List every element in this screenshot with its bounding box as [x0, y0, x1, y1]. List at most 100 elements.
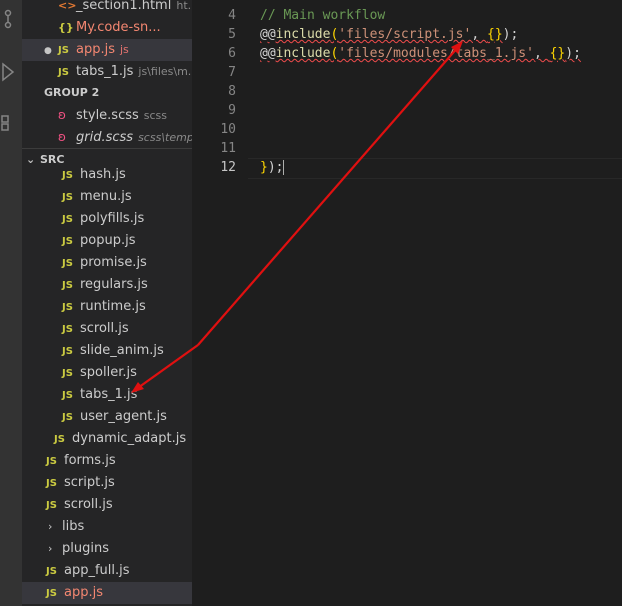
file-label: popup.js	[80, 233, 136, 248]
open-editor-item-active[interactable]: ●JSapp.jsjs 6	[22, 39, 192, 61]
code-line-comment[interactable]: // Main workflow	[260, 6, 385, 25]
closing-paren: );	[267, 160, 284, 175]
module-file-item[interactable]: JS polyfills.js	[22, 208, 192, 230]
open-editor-item[interactable]: {}My.code-sn... 9+	[22, 17, 192, 39]
js-file-icon: JS	[46, 500, 57, 511]
js-file-icon: JS	[46, 456, 57, 467]
run-debug-icon[interactable]	[0, 60, 22, 84]
js-file-icon: JS	[62, 280, 73, 291]
open-editor-item[interactable]: <>_section1.html ht...	[22, 0, 192, 17]
file-label: app_full.js	[64, 563, 130, 578]
file-label: dynamic_adapt.js	[72, 431, 187, 446]
file-label: script.js	[64, 475, 115, 490]
open-editor-label: grid.scss	[76, 130, 134, 145]
open-editor-desc: ht...	[176, 0, 192, 12]
module-file-item[interactable]: JS menu.js	[22, 186, 192, 208]
source-control-icon[interactable]	[0, 6, 22, 30]
file-label: regulars.js	[80, 277, 148, 292]
scss-file-icon: ʚ	[58, 130, 66, 144]
include-obj: {}	[549, 46, 566, 61]
line-number: 12	[220, 160, 236, 175]
file-label: tabs_1.js	[80, 387, 138, 402]
open-editor-label: tabs_1.js	[76, 64, 134, 79]
line-number: 10	[220, 122, 236, 137]
open-editor-desc: js	[120, 43, 129, 56]
js-file-icon: JS	[58, 45, 69, 56]
code-comment: // Main workflow	[260, 8, 386, 23]
open-editor-desc: js\files\m...	[138, 65, 192, 78]
module-file-item[interactable]: JS regulars.js	[22, 274, 192, 296]
file-label: spoller.js	[80, 365, 137, 380]
js-file-icon: JS	[58, 67, 69, 78]
text-cursor	[283, 160, 285, 175]
open-editor-item[interactable]: ʚ style.scss scss	[22, 104, 192, 126]
line-number: 4	[228, 8, 236, 23]
open-editor-desc: scss	[143, 109, 168, 122]
file-label: runtime.js	[80, 299, 146, 314]
file-item-selected[interactable]: JSapp.js 6	[22, 582, 192, 604]
current-line-highlight	[248, 158, 622, 179]
file-label: slide_anim.js	[80, 343, 164, 358]
line-number: 5	[228, 27, 236, 42]
folder-label: libs	[62, 519, 85, 534]
js-file-icon: JS	[54, 434, 65, 445]
code-line-closing[interactable]: });	[260, 158, 285, 177]
module-file-item[interactable]: JS runtime.js	[22, 296, 192, 318]
code-line-include-script[interactable]: @@include('files/script.js', {});	[260, 25, 518, 44]
json-file-icon: {}	[58, 21, 74, 34]
file-label: scroll.js	[80, 321, 129, 336]
file-item[interactable]: JS script.js	[22, 472, 192, 494]
folder-plugins[interactable]: › plugins	[22, 538, 192, 560]
file-label: menu.js	[80, 189, 132, 204]
open-editor-item[interactable]: JS tabs_1.js js\files\m...	[22, 61, 192, 83]
module-file-item[interactable]: JS hash.js	[22, 164, 192, 186]
module-file-item[interactable]: JS promise.js	[22, 252, 192, 274]
include-path: 'files/script.js'	[338, 27, 472, 42]
include-sep: ,	[533, 46, 550, 61]
include-sep: ,	[471, 27, 487, 42]
js-file-icon: JS	[46, 478, 57, 489]
include-close: );	[502, 27, 519, 42]
file-item[interactable]: JS scroll.js	[22, 494, 192, 516]
open-editor-label: style.scss	[76, 108, 139, 123]
file-label: scroll.js	[64, 497, 113, 512]
line-number: 8	[228, 84, 236, 99]
file-label: polyfills.js	[80, 211, 145, 226]
js-file-icon: JS	[46, 588, 57, 599]
module-file-item[interactable]: JS user_agent.js	[22, 406, 192, 428]
include-close: );	[565, 46, 581, 61]
extensions-icon[interactable]	[0, 112, 22, 136]
module-file-item[interactable]: JS scroll.js	[22, 318, 192, 340]
folder-libs[interactable]: › libs	[22, 516, 192, 538]
line-number: 7	[228, 65, 236, 80]
file-label: hash.js	[80, 167, 126, 182]
module-file-item[interactable]: JS popup.js	[22, 230, 192, 252]
scss-file-icon: ʚ	[58, 108, 66, 122]
js-file-icon: JS	[62, 390, 73, 401]
js-file-icon: JS	[46, 566, 57, 577]
include-fn: include	[275, 27, 331, 42]
file-label: user_agent.js	[80, 409, 167, 424]
chevron-right-icon: ›	[48, 542, 53, 555]
line-number: 6	[228, 46, 236, 61]
js-file-icon: JS	[62, 236, 73, 247]
closing-brace: }	[260, 160, 268, 175]
file-item[interactable]: JS dynamic_adapt.js	[22, 428, 192, 450]
code-editor[interactable]: 3456789101112 // Main workflow @@include…	[192, 0, 622, 606]
file-item[interactable]: JS forms.js	[22, 450, 192, 472]
line-number: 9	[228, 103, 236, 118]
module-file-item[interactable]: JS spoller.js	[22, 362, 192, 384]
unsaved-dot-icon[interactable]: ●	[44, 40, 58, 61]
chevron-right-icon: ›	[48, 520, 53, 533]
module-file-item[interactable]: JS tabs_1.js	[22, 384, 192, 406]
open-editor-item[interactable]: ʚ grid.scss scss\templ...	[22, 126, 192, 148]
code-line-include-tabs[interactable]: @@include('files/modules/tabs_1.js', {})…	[260, 44, 581, 63]
module-file-item[interactable]: JS slide_anim.js	[22, 340, 192, 362]
js-file-icon: JS	[62, 324, 73, 335]
js-file-icon: JS	[62, 192, 73, 203]
file-item[interactable]: JS app_full.js	[22, 560, 192, 582]
html-file-icon: <>	[58, 0, 77, 12]
file-label: app.js	[64, 585, 103, 600]
open-editor-label: My.code-sn...	[76, 20, 161, 35]
editor-group-header[interactable]: GROUP 2	[22, 82, 192, 104]
